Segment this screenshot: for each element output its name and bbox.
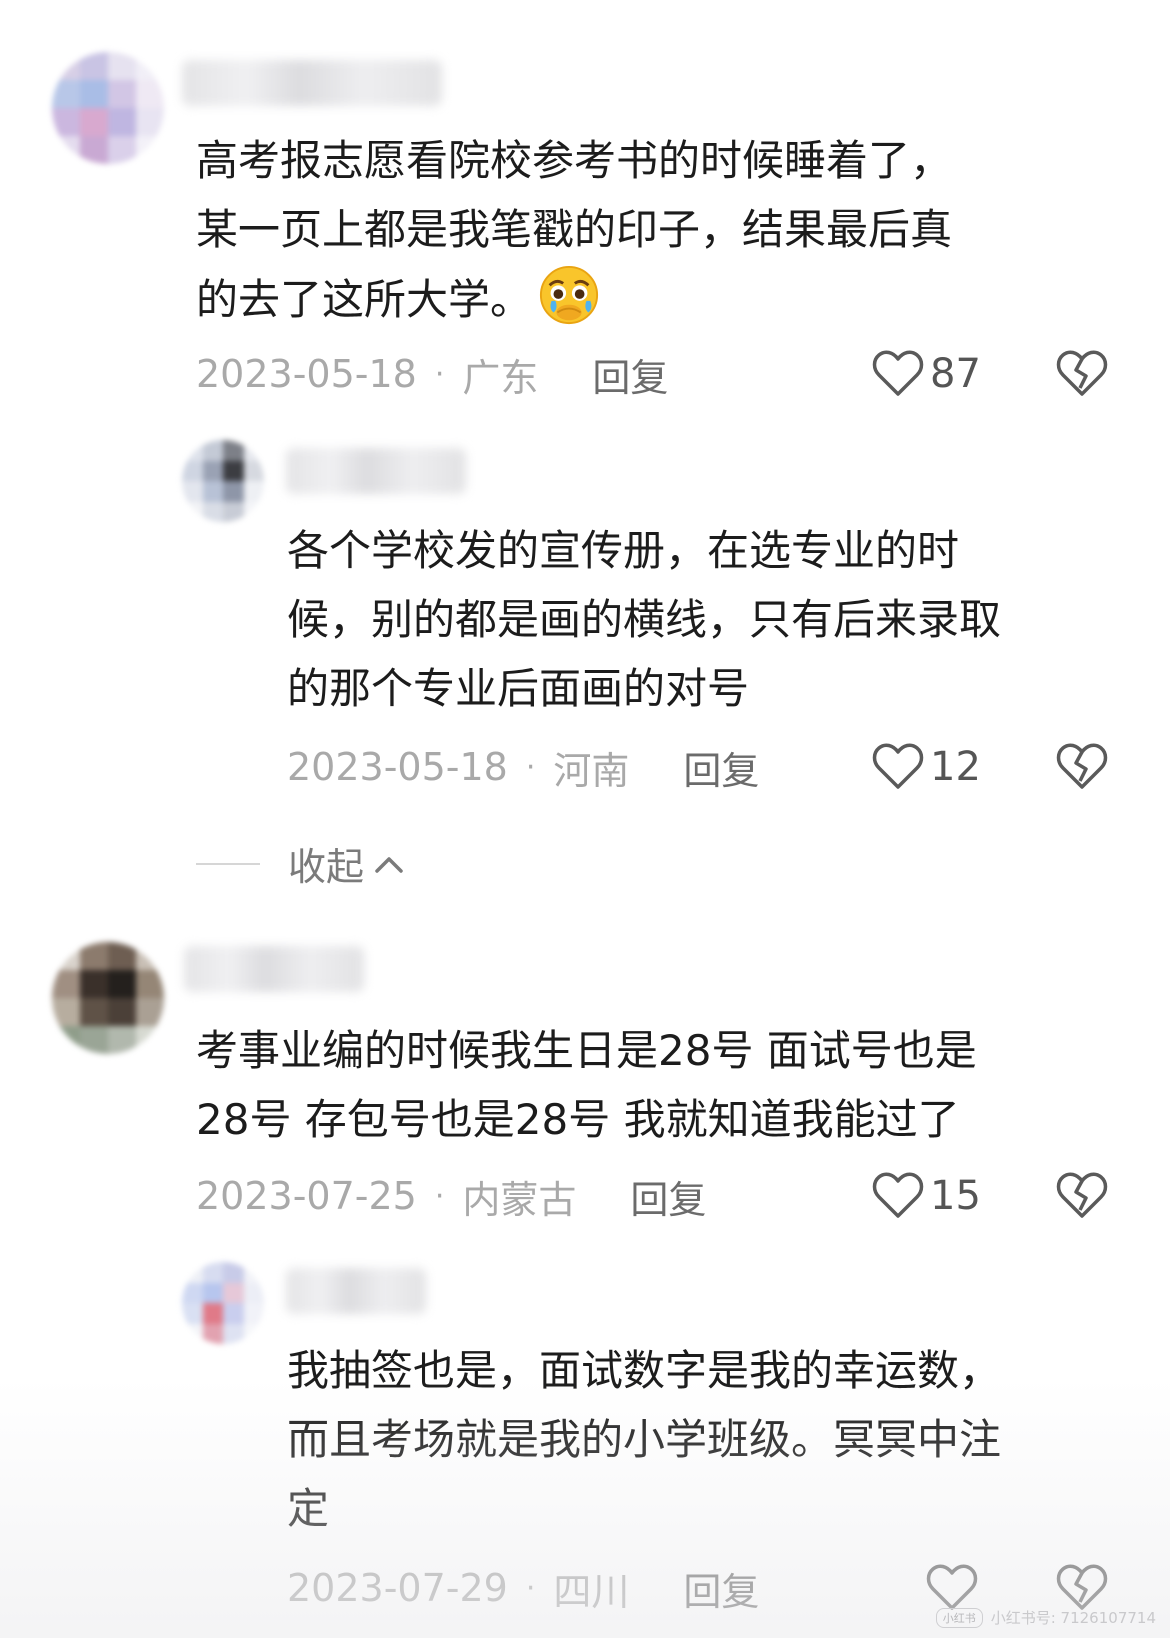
like-count: 87 <box>930 351 981 397</box>
watermark: 小红书 小红书号: 7126107714 <box>935 1607 1156 1628</box>
comment-line: 的那个专业后面画的对号 <box>287 664 750 713</box>
like-count: 12 <box>930 744 981 790</box>
comment-date: 2023-07-25 <box>196 1174 417 1218</box>
separator-dot: · <box>525 749 536 785</box>
crying-face-covering-mouth-emoji <box>539 265 599 325</box>
broken-heart-icon[interactable] <box>1056 1564 1108 1612</box>
like-count: 15 <box>930 1173 981 1219</box>
comment-meta: 2023-05-18 · 河南 回复 <box>287 740 759 795</box>
comment-date: 2023-05-18 <box>196 352 417 396</box>
username-blurred[interactable] <box>286 448 466 494</box>
username-blurred[interactable] <box>286 1268 426 1314</box>
comment-line: 某一页上都是我笔戳的印子，结果最后真 <box>196 205 953 254</box>
comment-line: 候，别的都是画的横线，只有后来录取 <box>287 595 1002 644</box>
separator-dot: · <box>525 1570 536 1606</box>
heart-icon <box>872 350 924 396</box>
watermark-logo: 小红书 <box>935 1607 983 1628</box>
avatar[interactable] <box>52 942 164 1054</box>
comment-line: 的去了这所大学。 <box>196 264 952 334</box>
comment-line: 28号 存包号也是28号 我就知道我能过了 <box>196 1095 960 1144</box>
avatar[interactable] <box>182 440 264 522</box>
divider <box>196 862 260 865</box>
comment-line: 定 <box>287 1484 330 1533</box>
collapse-label: 收起 <box>288 845 365 889</box>
comment-line: 各个学校发的宣传册，在选专业的时 <box>287 526 960 575</box>
reply-button[interactable]: 回复 <box>683 1561 759 1616</box>
comment-meta: 2023-05-18 · 广东 回复 <box>196 347 668 402</box>
broken-heart-icon[interactable] <box>1056 350 1108 398</box>
comment-line: 我抽签也是，面试数字是我的幸运数， <box>287 1346 1002 1395</box>
like-button[interactable]: 12 <box>872 740 981 794</box>
broken-heart-icon[interactable] <box>1056 1172 1108 1220</box>
chevron-up-icon <box>375 856 403 873</box>
comment-line: 考事业编的时候我生日是28号 面试号也是 <box>196 1026 977 1075</box>
comment-region: 广东 <box>462 355 539 400</box>
comment-meta: 2023-07-25 · 内蒙古 回复 <box>196 1169 706 1224</box>
comment-region: 河南 <box>553 748 630 793</box>
watermark-text: 小红书号: 7126107714 <box>990 1609 1156 1627</box>
comment-line: 而且考场就是我的小学班级。冥冥中注 <box>287 1415 1002 1464</box>
username-blurred[interactable] <box>182 60 442 106</box>
comment-meta: 2023-07-29 · 四川 回复 <box>287 1561 759 1616</box>
comment-region: 四川 <box>553 1569 630 1614</box>
comment-text: 考事业编的时候我生日是28号 面试号也是 28号 存包号也是28号 我就知道我能… <box>196 1016 977 1154</box>
heart-icon <box>872 1172 924 1218</box>
heart-icon <box>926 1564 978 1610</box>
comment-line: 高考报志愿看院校参考书的时候睡着了， <box>196 136 953 185</box>
like-button[interactable]: 87 <box>872 347 981 401</box>
separator-dot: · <box>434 356 445 392</box>
comment-date: 2023-05-18 <box>287 745 508 789</box>
comment-text: 我抽签也是，面试数字是我的幸运数， 而且考场就是我的小学班级。冥冥中注 定 <box>287 1336 1001 1543</box>
reply-button[interactable]: 回复 <box>630 1169 706 1224</box>
username-blurred[interactable] <box>184 946 364 992</box>
comment-text: 各个学校发的宣传册，在选专业的时 候，别的都是画的横线，只有后来录取 的那个专业… <box>287 516 1001 723</box>
separator-dot: · <box>434 1178 445 1214</box>
heart-icon <box>872 743 924 789</box>
comment-region: 内蒙古 <box>462 1177 577 1222</box>
reply-button[interactable]: 回复 <box>683 740 759 795</box>
like-button[interactable]: 15 <box>872 1169 981 1223</box>
comment-date: 2023-07-29 <box>287 1566 508 1610</box>
collapse-replies-button[interactable]: 收起 <box>196 836 406 891</box>
avatar[interactable] <box>182 1262 264 1344</box>
reply-button[interactable]: 回复 <box>592 347 668 402</box>
avatar[interactable] <box>52 52 164 164</box>
broken-heart-icon[interactable] <box>1056 743 1108 791</box>
comment-text: 高考报志愿看院校参考书的时候睡着了， 某一页上都是我笔戳的印子，结果最后真 的去… <box>196 126 952 334</box>
